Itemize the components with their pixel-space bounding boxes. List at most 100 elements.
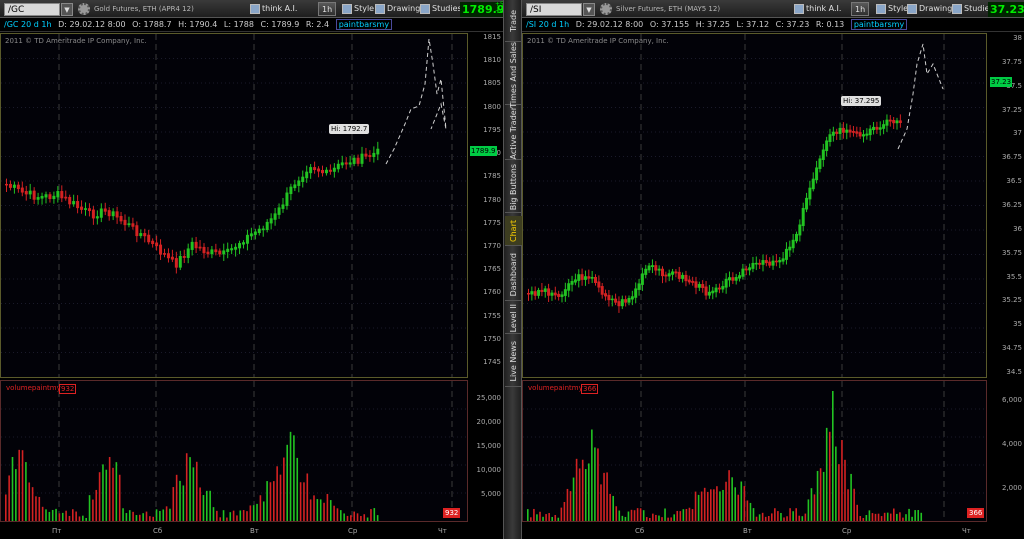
candle-body — [202, 246, 206, 254]
volume-bar — [603, 472, 605, 521]
volume-bar — [575, 458, 578, 521]
candle-body — [352, 157, 356, 164]
tab-live-news[interactable]: Live News — [505, 337, 522, 387]
candle-body — [821, 149, 825, 160]
info-symbol: /GC 20 d 1h — [4, 20, 52, 29]
candle-body — [701, 284, 705, 289]
axis-tick-label: 1765 — [483, 265, 501, 274]
volume-bar — [807, 499, 810, 521]
volume-bar — [889, 513, 892, 521]
volume-bar — [306, 473, 309, 521]
symbol-input[interactable]: /SI — [526, 3, 582, 16]
volume-bar — [246, 511, 248, 521]
axis-tick-label: 36 — [1013, 224, 1022, 233]
volume-bar — [102, 464, 104, 521]
volume-bar — [682, 509, 685, 521]
candle-body — [731, 277, 735, 281]
symbol-input[interactable]: /GC — [4, 3, 60, 16]
volume-bar — [728, 470, 730, 521]
volume-bar — [789, 508, 791, 521]
candle-body — [245, 234, 249, 244]
candle-body — [249, 233, 253, 237]
think-ai-button[interactable]: think A.I. — [250, 2, 297, 16]
volume-study-value: 366 — [581, 384, 599, 394]
tab-times-and-sales[interactable]: Times And Sales — [505, 42, 522, 107]
tab-chart[interactable]: Chart — [505, 216, 522, 246]
candle-body — [577, 274, 581, 281]
tab-level-ii[interactable]: Level II — [505, 304, 522, 334]
time-axis: Пт Сб Вт Ср Чт — [0, 527, 503, 539]
interval-select[interactable]: 1h — [851, 2, 870, 16]
symbol-dropdown-icon[interactable]: ▼ — [61, 3, 73, 16]
volume-bar — [209, 490, 211, 521]
candle-body — [610, 298, 614, 301]
style-button[interactable]: Style — [876, 2, 908, 16]
candle-body — [265, 221, 269, 231]
candle-body — [230, 248, 234, 251]
tab-active-trader[interactable]: Active Trader — [505, 107, 522, 160]
candle-body — [376, 148, 380, 155]
tab-dashboard[interactable]: Dashboard — [505, 249, 522, 301]
symbol-dropdown-icon[interactable]: ▼ — [583, 3, 595, 16]
candle-body — [614, 298, 618, 303]
candle-body — [795, 233, 798, 242]
candle-body — [111, 211, 115, 217]
volume-bar — [51, 509, 54, 521]
candle-body — [684, 274, 688, 282]
volume-bar — [856, 504, 858, 521]
price-chart-area[interactable]: 2011 © TD Ameritrade IP Company, Inc. Hi… — [0, 33, 468, 378]
volume-chart-area[interactable]: volumepaintmy 366 366 — [522, 380, 987, 522]
volume-bar — [774, 508, 776, 521]
tab-trade[interactable]: Trade — [505, 0, 522, 42]
studies-button[interactable]: Studies — [420, 2, 462, 16]
candle-body — [305, 171, 309, 179]
drawings-icon — [375, 3, 385, 14]
candle-body — [135, 225, 139, 237]
volume-bar — [376, 515, 379, 521]
candle-body — [691, 280, 695, 283]
chart-toolbar: /GC ▼ Gold Futures, ETH (APR4 12) think … — [0, 0, 515, 18]
volume-bar — [755, 516, 758, 521]
gear-icon[interactable] — [78, 3, 90, 15]
candle-body — [368, 155, 372, 157]
candle-body — [771, 260, 775, 266]
candle-body — [178, 255, 182, 268]
volume-bar — [777, 511, 779, 521]
candle-body — [293, 184, 297, 189]
tab-big-buttons[interactable]: Big Buttons — [505, 163, 522, 213]
volume-bar — [649, 517, 651, 521]
volume-bar — [621, 515, 624, 521]
style-button[interactable]: Style — [342, 2, 374, 16]
candle-body — [151, 240, 155, 245]
candle-body — [533, 291, 537, 296]
candle-body — [647, 265, 651, 271]
volume-bar — [710, 489, 712, 521]
drawings-button[interactable]: Drawings — [907, 2, 956, 16]
volume-bar — [731, 477, 733, 521]
gear-icon[interactable] — [600, 3, 612, 15]
candle-body — [8, 183, 12, 188]
drawings-button[interactable]: Drawings — [375, 2, 424, 16]
candle-body — [781, 258, 785, 262]
study-tag[interactable]: paintbarsmy — [335, 19, 393, 30]
chart-toolbar: /SI ▼ Silver Futures, ETH (MAY5 12) thin… — [522, 0, 1024, 18]
candle-body — [664, 274, 668, 277]
volume-bar — [236, 515, 238, 521]
volume-bar — [636, 508, 639, 521]
price-chart-area[interactable]: 2011 © TD Ameritrade IP Company, Inc. Hi… — [522, 33, 987, 378]
volume-bar — [737, 494, 740, 521]
price-change-percent: +0.28% — [495, 8, 503, 15]
volume-bar — [795, 508, 797, 521]
drawings-label: Drawings — [387, 4, 425, 13]
axis-tick-label: 35.25 — [1001, 296, 1022, 305]
think-ai-button[interactable]: think A.I. — [794, 2, 841, 16]
candle-body — [20, 187, 24, 193]
volume-bar — [58, 513, 61, 521]
time-tick-label: Ср — [842, 527, 852, 535]
interval-select[interactable]: 1h — [318, 2, 337, 16]
volume-chart-area[interactable]: volumepaintmy 932 932 — [0, 380, 468, 522]
volume-bar — [340, 510, 342, 521]
study-tag[interactable]: paintbarsmy — [850, 19, 908, 30]
volume-bar — [363, 514, 366, 521]
candle-body — [166, 253, 170, 259]
